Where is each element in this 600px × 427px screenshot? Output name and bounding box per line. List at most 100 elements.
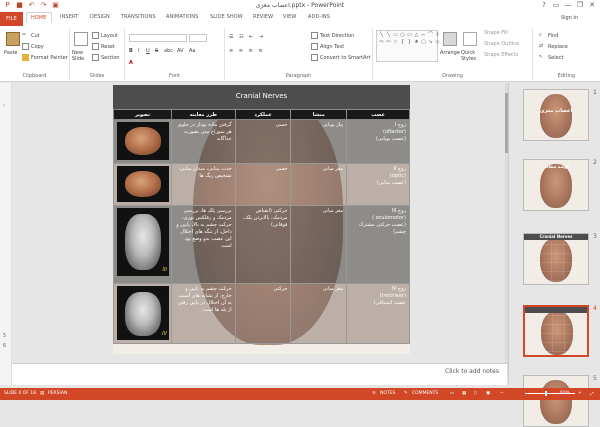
- normal-view-icon[interactable]: ▭: [450, 391, 454, 396]
- cranial-nerves-table[interactable]: تصویر طرز معاینه عملکرد منشا عصب گرفتن م…: [113, 109, 410, 344]
- nerve-persian: (عصب بویایی): [375, 136, 406, 142]
- slide-thumbnail[interactable]: Cranial Nerves: [523, 233, 589, 285]
- diamond-shape-icon[interactable]: ◇: [434, 39, 441, 46]
- panel-marker: 5: [3, 333, 7, 339]
- help-button[interactable]: ?: [538, 0, 550, 10]
- tab-add-ins[interactable]: ADD-INS: [308, 14, 330, 20]
- spellcheck-icon[interactable]: ▤: [40, 391, 44, 396]
- text-direction-button[interactable]: Text Direction: [311, 32, 354, 39]
- reset-button[interactable]: Reset: [92, 43, 115, 50]
- line-shape-icon[interactable]: ╲: [378, 32, 385, 39]
- arrow-shape-icon[interactable]: ⇦: [385, 39, 392, 46]
- shape-fill-button[interactable]: Shape Fill: [484, 30, 508, 36]
- close-button[interactable]: ✕: [586, 0, 598, 10]
- line-shape-icon[interactable]: ⌐: [420, 32, 427, 39]
- underline-button[interactable]: U: [146, 48, 150, 54]
- font-size-box[interactable]: [189, 34, 207, 42]
- char-spacing-button[interactable]: AV: [177, 48, 184, 54]
- slide-title[interactable]: Cranial Nerves: [113, 85, 410, 109]
- star-shape-icon[interactable]: ☆: [392, 39, 399, 46]
- zoom-slider-knob[interactable]: [545, 391, 547, 396]
- bullets-icon[interactable]: ☰ ☷ ⇤ ⇥: [229, 34, 265, 40]
- format-painter-button[interactable]: Format Painter: [22, 54, 68, 61]
- quick-styles-button[interactable]: Quick Styles: [461, 50, 481, 62]
- triangle-shape-icon[interactable]: △: [413, 32, 420, 39]
- brace-shape-icon[interactable]: {: [399, 39, 406, 46]
- arrow-shape-icon[interactable]: ⇧: [434, 32, 441, 39]
- font-label: Font: [169, 73, 180, 79]
- tab-view[interactable]: VIEW: [283, 14, 296, 20]
- arrange-button[interactable]: Arrange: [440, 50, 460, 56]
- strikethrough-button[interactable]: S: [155, 48, 158, 54]
- slide-thumbnail[interactable]: [523, 375, 589, 427]
- tab-transitions[interactable]: TRANSITIONS: [121, 14, 156, 20]
- arrow-shape-icon[interactable]: ↘: [427, 39, 434, 46]
- section-label: Section: [101, 55, 120, 61]
- star-shape-icon[interactable]: ★: [413, 39, 420, 46]
- align-text-button[interactable]: Align Text: [311, 43, 344, 50]
- tab-design[interactable]: DESIGN: [90, 14, 110, 20]
- shape-effects-button[interactable]: Shape Effects: [484, 52, 518, 58]
- shape-outline-button[interactable]: Shape Outline: [484, 41, 519, 47]
- image-label: III: [162, 267, 167, 273]
- tab-insert[interactable]: INSERT: [60, 14, 78, 20]
- copy-button[interactable]: Copy: [22, 43, 44, 50]
- tab-file[interactable]: FILE: [0, 12, 23, 26]
- line-shape-icon[interactable]: ╲: [385, 32, 392, 39]
- sign-in-link[interactable]: Sign in: [561, 15, 578, 21]
- cut-icon: ✂: [22, 32, 27, 38]
- slide-thumbnail-active[interactable]: [523, 305, 589, 357]
- image-cell: IV: [113, 283, 172, 344]
- ribbon-display-button[interactable]: ▭: [550, 0, 562, 10]
- zoom-level[interactable]: 60%: [560, 391, 570, 396]
- tab-review[interactable]: REVIEW: [253, 14, 273, 20]
- change-case-button[interactable]: Aa: [189, 48, 195, 54]
- section-button[interactable]: Section: [92, 54, 120, 61]
- brace-shape-icon[interactable]: }: [406, 39, 413, 46]
- slide-thumbnail[interactable]: اعصاب مغزی: [523, 89, 589, 141]
- rect-shape-icon[interactable]: ▭: [392, 32, 399, 39]
- thumbnail-number: 4: [593, 305, 597, 312]
- reading-view-icon[interactable]: ▯: [474, 391, 476, 396]
- smartart-button[interactable]: Convert to SmartArt: [311, 54, 371, 61]
- tab-home[interactable]: HOME: [26, 12, 52, 23]
- arrow-shape-icon[interactable]: ⇨: [378, 39, 385, 46]
- font-color-icon[interactable]: A: [129, 60, 133, 66]
- current-slide[interactable]: Cranial Nerves تصویر طرز معاینه عملکرد م…: [113, 85, 410, 354]
- language-indicator[interactable]: PERSIAN: [48, 391, 67, 396]
- slideshow-icon[interactable]: ▣: [486, 391, 490, 396]
- comments-toggle[interactable]: COMMENTS: [412, 391, 438, 396]
- oval-shape-icon[interactable]: ○: [399, 32, 406, 39]
- rect-shape-icon[interactable]: ▢: [420, 39, 427, 46]
- cut-button[interactable]: ✂ Cut: [22, 32, 40, 39]
- fit-slide-icon[interactable]: ⤢: [590, 391, 594, 397]
- bold-button[interactable]: B: [129, 48, 133, 54]
- table-row: گرفتن ماده بودار در جلوی هر سوراخ بینی ب…: [113, 119, 410, 164]
- shapes-gallery[interactable]: ╲ ╲ ▭ ○ ▭ △ ⌐ ⌒ ⇧ ⇨ ⇦ ☆{} ★ ▢ ↘ ◇: [376, 30, 441, 62]
- layout-button[interactable]: Layout: [92, 32, 118, 39]
- new-slide-icon: [74, 32, 88, 46]
- find-button[interactable]: ⌕ Find: [539, 32, 558, 39]
- rect-shape-icon[interactable]: ▭: [406, 32, 413, 39]
- font-name-box[interactable]: [129, 34, 187, 42]
- smartart-label: Convert to SmartArt: [320, 55, 371, 61]
- paste-button[interactable]: Paste: [4, 50, 18, 56]
- slide-sorter-icon[interactable]: ▦: [462, 391, 466, 396]
- shadow-button[interactable]: abc: [164, 48, 173, 54]
- slide-thumbnail[interactable]: گوشه مطالب: [523, 159, 589, 211]
- exam-cell: بررسی پلک ها، بررسی مردمک و رفلکس نوری، …: [170, 205, 236, 284]
- notes-toggle[interactable]: NOTES: [380, 391, 395, 396]
- italic-button[interactable]: I: [138, 48, 139, 54]
- zoom-out-icon[interactable]: −: [500, 391, 504, 396]
- select-button[interactable]: ↖ Select: [539, 54, 563, 61]
- curve-shape-icon[interactable]: ⌒: [427, 32, 434, 39]
- minimize-button[interactable]: —: [562, 0, 574, 10]
- tab-slide-show[interactable]: SLIDE SHOW: [210, 14, 243, 20]
- notes-pane[interactable]: Click to add notes: [12, 363, 507, 385]
- restore-button[interactable]: ❐: [574, 0, 586, 10]
- new-slide-button[interactable]: New Slide: [72, 50, 90, 62]
- tab-animations[interactable]: ANIMATIONS: [166, 14, 198, 20]
- zoom-in-icon[interactable]: +: [578, 391, 582, 396]
- align-icon[interactable]: ≡ ≡ ≡ ≡: [229, 48, 265, 54]
- replace-button[interactable]: ⇄ Replace: [539, 43, 568, 50]
